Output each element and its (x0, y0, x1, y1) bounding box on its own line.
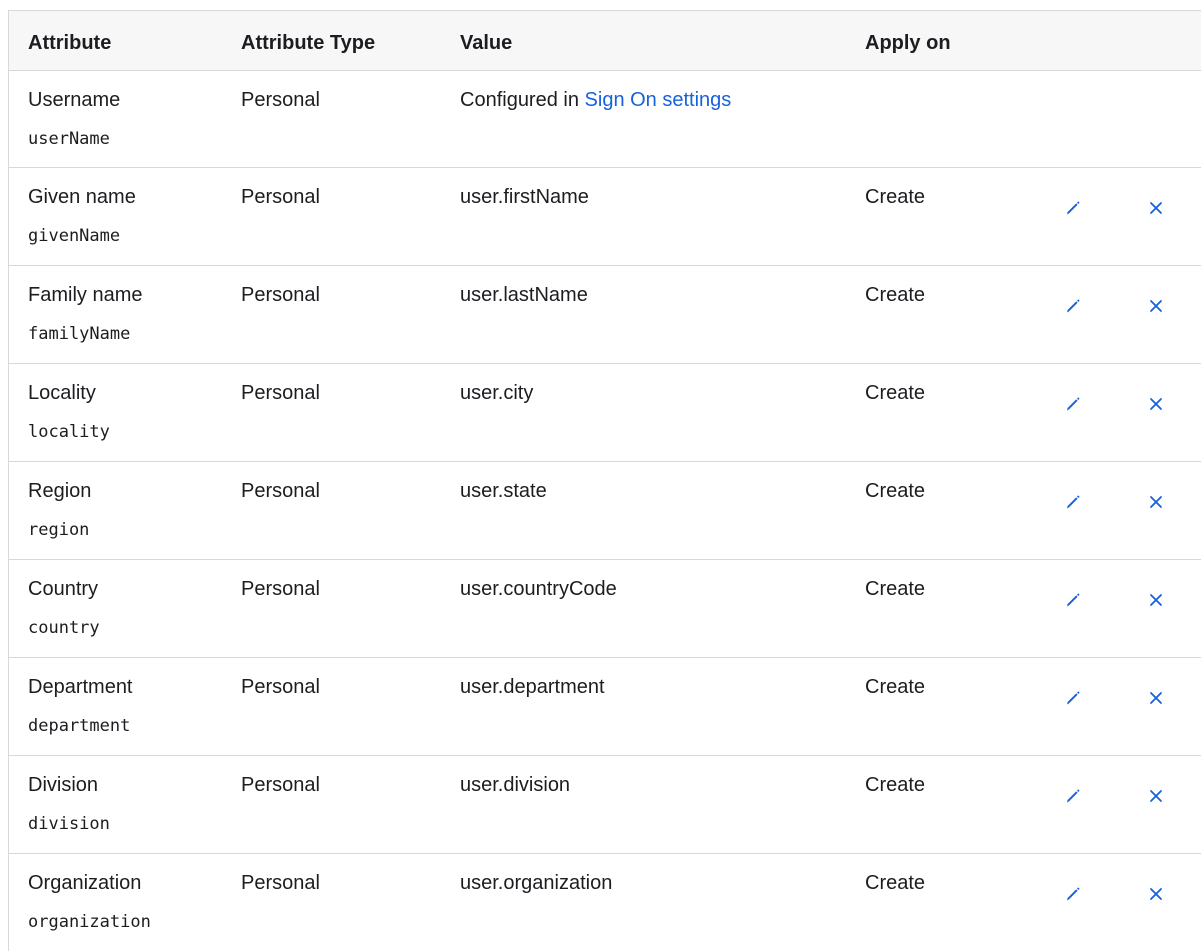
edit-button[interactable] (1059, 880, 1087, 908)
attribute-type: Personal (241, 186, 320, 208)
attribute-value: Configured in Sign On settings (460, 88, 731, 112)
pencil-icon (1067, 593, 1080, 607)
attribute-value: user.organization (460, 872, 613, 894)
attribute-mappings-table: Attribute Attribute Type Value Apply on … (8, 10, 1201, 951)
apply-on: Create (865, 676, 926, 698)
attribute-value: user.state (460, 480, 547, 502)
attribute-type: Personal (241, 89, 320, 111)
delete-button[interactable] (1142, 782, 1170, 810)
attribute-value: user.city (460, 382, 534, 404)
pencil-icon (1067, 495, 1080, 509)
attribute-key: division (28, 814, 110, 834)
edit-button[interactable] (1059, 488, 1087, 516)
edit-button[interactable] (1059, 194, 1087, 222)
value-prefix: Configured in (460, 89, 579, 111)
pencil-icon (1067, 887, 1080, 901)
apply-on: Create (865, 774, 926, 796)
pencil-icon (1067, 299, 1080, 313)
close-icon (1150, 888, 1162, 900)
attribute-value: user.countryCode (460, 578, 617, 600)
close-icon (1150, 594, 1162, 606)
apply-on: Create (865, 284, 926, 306)
attribute-label: Region (28, 480, 92, 502)
close-icon (1150, 496, 1162, 508)
attribute-label: Username (28, 89, 121, 111)
header-attribute: Attribute (28, 32, 112, 54)
close-icon (1150, 692, 1162, 704)
delete-button[interactable] (1142, 488, 1170, 516)
header-apply-on: Apply on (865, 32, 951, 54)
delete-button[interactable] (1142, 684, 1170, 712)
pencil-icon (1067, 789, 1080, 803)
attribute-label: Country (28, 578, 99, 600)
attribute-label: Organization (28, 872, 142, 894)
attribute-type: Personal (241, 774, 320, 796)
table-row: Family name familyName Personal user.las… (9, 266, 1201, 364)
attribute-key: familyName (28, 324, 131, 344)
close-icon (1150, 300, 1162, 312)
table-row: Department department Personal user.depa… (9, 658, 1201, 756)
attribute-type: Personal (241, 872, 320, 894)
delete-button[interactable] (1142, 390, 1170, 418)
apply-on: Create (865, 480, 926, 502)
sign-on-settings-link[interactable]: Sign On settings (585, 89, 732, 111)
header-attribute-type: Attribute Type (241, 32, 376, 54)
edit-button[interactable] (1059, 684, 1087, 712)
table-row: Division division Personal user.division… (9, 756, 1201, 854)
attribute-value: user.department (460, 676, 605, 698)
delete-button[interactable] (1142, 880, 1170, 908)
attribute-label: Department (28, 676, 133, 698)
attribute-label: Given name (28, 186, 136, 208)
header-value: Value (460, 32, 513, 54)
attribute-label: Locality (28, 382, 96, 404)
delete-button[interactable] (1142, 194, 1170, 222)
pencil-icon (1067, 691, 1080, 705)
attribute-key: country (28, 618, 100, 638)
table-row: Country country Personal user.countryCod… (9, 560, 1201, 658)
attribute-type: Personal (241, 284, 320, 306)
attribute-key: department (28, 716, 131, 736)
attribute-label: Division (28, 774, 99, 796)
table-row: Organization organization Personal user.… (9, 854, 1201, 951)
edit-button[interactable] (1059, 390, 1087, 418)
attribute-value: user.firstName (460, 186, 589, 208)
attribute-key: region (28, 520, 90, 540)
apply-on: Create (865, 382, 926, 404)
attribute-key: organization (28, 912, 151, 932)
attribute-type: Personal (241, 676, 320, 698)
edit-button[interactable] (1059, 586, 1087, 614)
attribute-type: Personal (241, 578, 320, 600)
table-row: Username userName Personal Configured in… (9, 71, 1201, 168)
close-icon (1150, 790, 1162, 802)
attribute-value: user.lastName (460, 284, 588, 306)
close-icon (1150, 202, 1162, 214)
pencil-icon (1067, 397, 1080, 411)
table-header: Attribute Attribute Type Value Apply on (9, 11, 1201, 71)
attribute-key: givenName (28, 226, 121, 246)
table-row: Locality locality Personal user.city Cre… (9, 364, 1201, 462)
attribute-type: Personal (241, 480, 320, 502)
apply-on: Create (865, 872, 926, 894)
edit-button[interactable] (1059, 782, 1087, 810)
table-row: Region region Personal user.state Create (9, 462, 1201, 560)
edit-button[interactable] (1059, 292, 1087, 320)
close-icon (1150, 398, 1162, 410)
delete-button[interactable] (1142, 586, 1170, 614)
attribute-label: Family name (28, 284, 143, 306)
delete-button[interactable] (1142, 292, 1170, 320)
attribute-key: locality (28, 422, 110, 442)
apply-on: Create (865, 186, 926, 208)
pencil-icon (1067, 201, 1080, 215)
attribute-key: userName (28, 129, 110, 149)
attribute-value: user.division (460, 774, 571, 796)
attribute-type: Personal (241, 382, 320, 404)
apply-on: Create (865, 578, 926, 600)
table-row: Given name givenName Personal user.first… (9, 168, 1201, 266)
